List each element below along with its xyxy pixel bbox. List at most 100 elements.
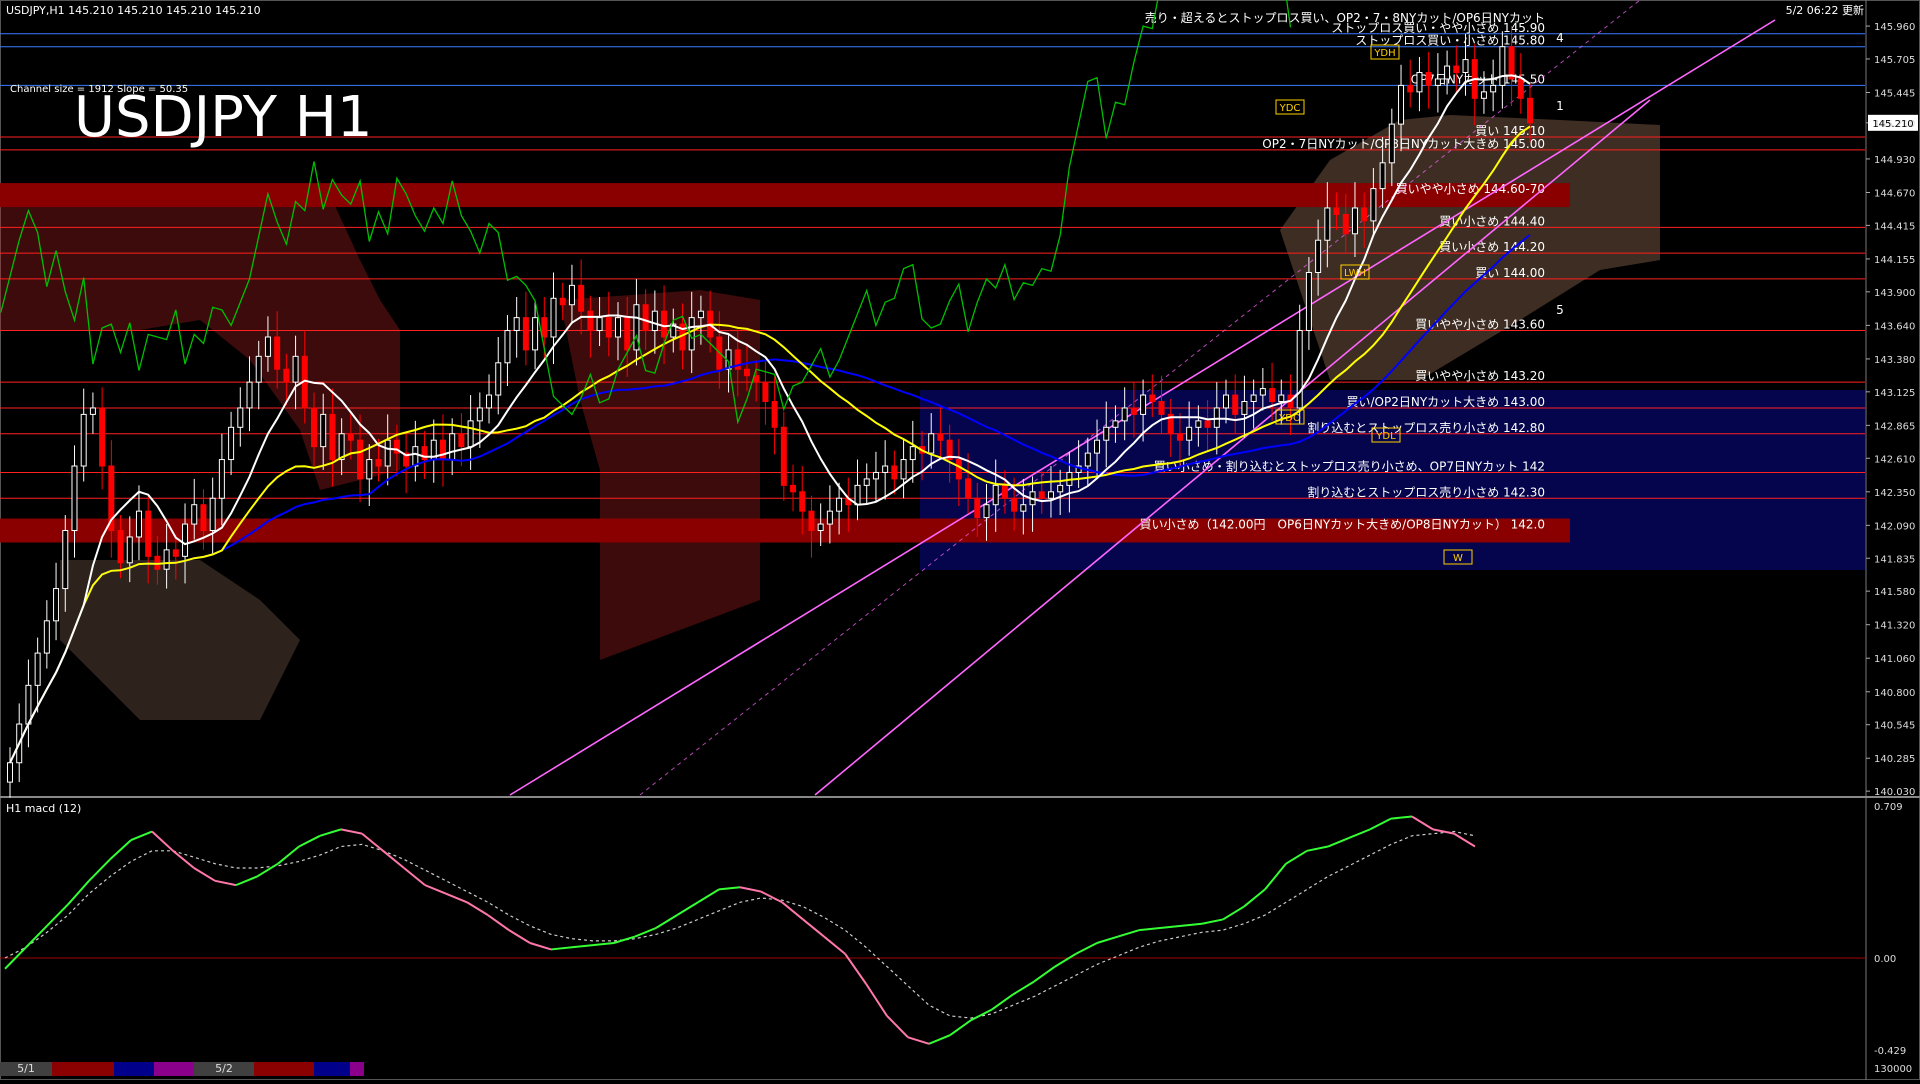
symbol-info: USDJPY,H1 145.210 145.210 145.210 145.21… bbox=[6, 4, 261, 17]
candle bbox=[1241, 401, 1248, 415]
session-tab[interactable] bbox=[350, 1062, 364, 1076]
macd-segment bbox=[1201, 918, 1224, 925]
wave-count-label: 4 bbox=[1556, 31, 1564, 45]
candle bbox=[458, 433, 465, 448]
candle bbox=[1527, 97, 1533, 124]
candle bbox=[965, 478, 972, 499]
macd-segment bbox=[1369, 817, 1392, 831]
candle bbox=[1158, 401, 1165, 415]
macd-segment bbox=[529, 942, 552, 951]
session-tab[interactable] bbox=[114, 1062, 154, 1076]
candle bbox=[191, 504, 198, 525]
macd-segment bbox=[991, 993, 1014, 1011]
candle bbox=[1213, 407, 1220, 428]
macd-segment bbox=[655, 914, 678, 929]
candle bbox=[1121, 407, 1128, 422]
candle bbox=[200, 504, 207, 532]
axis-tick-label: 140.545 bbox=[1874, 721, 1915, 732]
candle bbox=[1020, 504, 1027, 512]
candle bbox=[43, 620, 50, 654]
macd-segment bbox=[214, 879, 237, 887]
candle bbox=[1379, 162, 1386, 190]
candle bbox=[182, 523, 189, 557]
axis-tick-label: 142.090 bbox=[1874, 521, 1915, 532]
session-tab[interactable] bbox=[254, 1062, 314, 1076]
marker-label: LWH bbox=[1344, 268, 1366, 279]
candle bbox=[974, 497, 981, 519]
candle bbox=[651, 310, 658, 332]
level-label: 買い/OP2日NYカット大きめ 143.00 bbox=[1347, 395, 1545, 409]
candle bbox=[983, 504, 990, 519]
axis-tick-label: 141.320 bbox=[1874, 621, 1915, 632]
macd-segment bbox=[886, 1015, 909, 1039]
macd-segment bbox=[193, 867, 216, 882]
macd-segment bbox=[907, 1036, 930, 1045]
candle bbox=[1149, 394, 1156, 403]
macd-segment bbox=[550, 946, 573, 951]
macd-segment bbox=[340, 828, 363, 835]
marker-label: YDH bbox=[1373, 48, 1395, 59]
macd-bottom-value: 130000 bbox=[1874, 1064, 1912, 1075]
axis-tick-label: 144.415 bbox=[1874, 221, 1915, 232]
candle bbox=[1094, 439, 1101, 454]
candle bbox=[218, 459, 225, 499]
candle bbox=[937, 433, 944, 441]
candle bbox=[817, 523, 824, 532]
level-label: 割り込むとストップロス売り小さめ 142.30 bbox=[1307, 484, 1545, 499]
candle bbox=[900, 459, 907, 480]
axis-tick-label: 143.640 bbox=[1874, 321, 1915, 332]
candle bbox=[661, 310, 668, 338]
macd-segment bbox=[508, 929, 531, 944]
price-chart[interactable]: 売り・超えるとストップロス買い、OP2・7・8NYカット/OP6日NYカットスト… bbox=[0, 0, 1920, 1080]
candle bbox=[1011, 497, 1018, 512]
candle bbox=[439, 439, 446, 461]
candle bbox=[992, 484, 999, 506]
candle bbox=[62, 530, 69, 590]
macd-segment bbox=[382, 850, 405, 869]
date-tab-5-2[interactable]: 5/2 bbox=[194, 1062, 254, 1076]
candle bbox=[826, 510, 833, 525]
macd-segment bbox=[802, 918, 825, 938]
cloud-area bbox=[60, 560, 300, 720]
axis-tick-label: 145.960 bbox=[1874, 22, 1915, 33]
axis-tick-label: 142.610 bbox=[1874, 454, 1915, 465]
macd-segment bbox=[298, 834, 321, 848]
macd-segment bbox=[424, 884, 447, 895]
macd-segment bbox=[466, 901, 489, 916]
candle bbox=[743, 368, 750, 377]
candle bbox=[1444, 65, 1451, 80]
candle bbox=[1038, 491, 1045, 499]
candle bbox=[71, 465, 78, 532]
candle bbox=[495, 362, 502, 396]
session-tab[interactable] bbox=[154, 1062, 194, 1076]
candle bbox=[615, 317, 621, 338]
macd-segment bbox=[403, 867, 426, 886]
candle bbox=[80, 413, 87, 467]
macd-axis-label: 0.00 bbox=[1874, 954, 1896, 965]
candle bbox=[1324, 207, 1331, 241]
candle bbox=[578, 284, 585, 312]
candle bbox=[126, 536, 133, 564]
level-label: 買いやや小さめ 144.60-70 bbox=[1396, 182, 1545, 196]
macd-segment bbox=[949, 1019, 972, 1037]
level-label: ストップロス買い・小さめ 145.80 bbox=[1355, 34, 1545, 48]
session-tab[interactable] bbox=[314, 1062, 350, 1076]
macd-axis-label: -0.429 bbox=[1874, 1046, 1906, 1057]
candle bbox=[1342, 213, 1349, 235]
candle bbox=[1480, 91, 1487, 99]
macd-segment bbox=[445, 892, 468, 904]
candle bbox=[504, 330, 511, 364]
level-label: 買いやや小さめ 143.20 bbox=[1415, 369, 1545, 383]
candle bbox=[624, 317, 631, 351]
macd-segment bbox=[67, 880, 90, 906]
session-tab[interactable] bbox=[52, 1062, 114, 1076]
macd-segment bbox=[25, 925, 48, 948]
candle bbox=[1204, 420, 1211, 428]
candle bbox=[1508, 46, 1515, 80]
candle bbox=[292, 355, 299, 383]
date-tab-5-1[interactable]: 5/1 bbox=[0, 1062, 52, 1076]
candle bbox=[311, 407, 317, 448]
update-time: 5/2 06:22 更新 bbox=[1786, 3, 1864, 17]
candle bbox=[145, 510, 152, 557]
candle bbox=[384, 439, 391, 467]
